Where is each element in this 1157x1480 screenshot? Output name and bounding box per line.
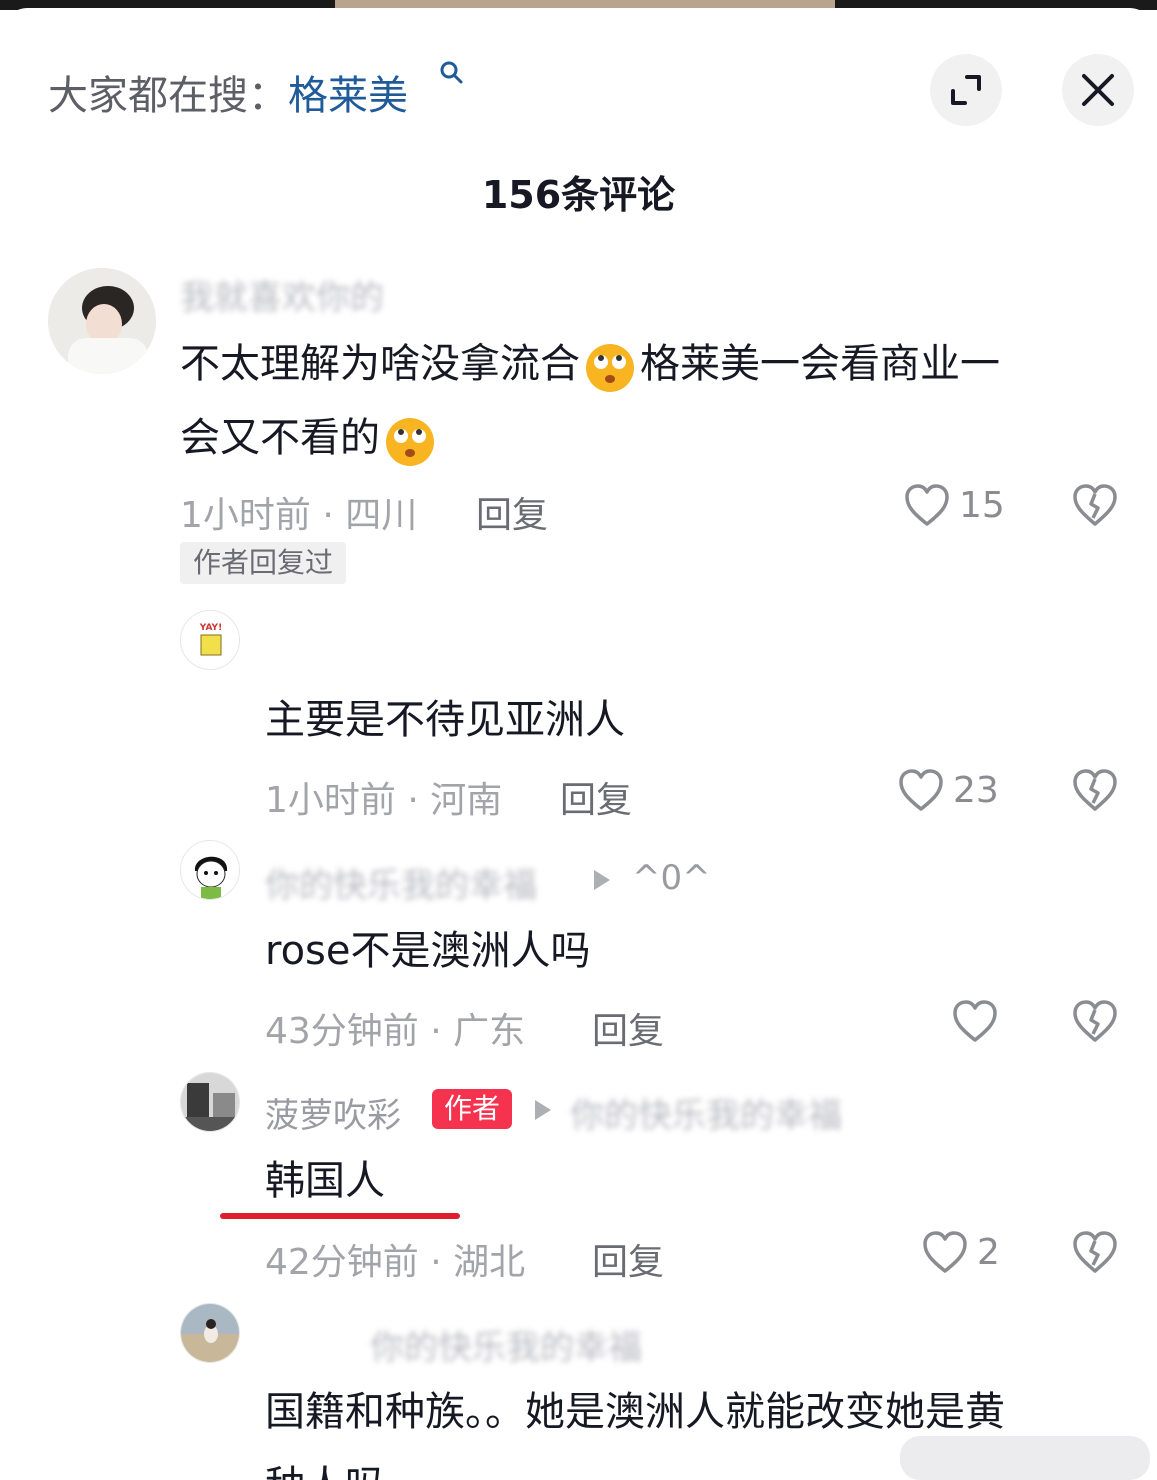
avatar-spongebob: YAY! [181,611,239,669]
comment-text: 主要是不待见亚洲人 [265,697,625,743]
rolling-eyes-emoji-icon [386,418,434,466]
comment-sheet: 大家都在搜：格莱美 156条评论 我就喜欢你的 不太理解为啥没拿流合 格莱美一会看… [0,8,1157,1480]
comment-text-line2: 种人吗 [265,1448,385,1480]
close-button[interactable] [1062,54,1134,126]
broken-heart-icon[interactable] [1072,767,1118,813]
broken-heart-icon[interactable] [1072,482,1118,528]
avatar[interactable] [180,1072,240,1132]
reply-button[interactable]: 回复 [592,1233,664,1285]
like-button[interactable]: 15 [903,482,1005,528]
avatar[interactable] [180,1303,240,1363]
avatar[interactable] [180,840,240,900]
search-icon [440,61,463,84]
reply-arrow-icon [594,870,610,890]
comment-text: rose不是澳洲人吗 [265,928,591,974]
comment-meta: 42分钟前 · 湖北 [265,1242,526,1283]
comment-text: 韩国人 [265,1158,385,1204]
username[interactable]: 你的快乐我的幸福 [265,858,537,907]
username[interactable]: 菠萝吹彩 [265,1088,401,1137]
search-keyword[interactable]: 格莱美 [288,73,408,119]
username[interactable]: 你的快乐我的幸福 [370,1320,642,1369]
avatar-cartoon [181,841,239,899]
comment-text: 国籍和种族。。她是澳洲人就能改变她是黄 [265,1389,1005,1435]
broken-heart-icon[interactable] [1072,1229,1118,1275]
like-count: 15 [959,484,1005,526]
comment-meta: 43分钟前 · 广东 [265,1011,526,1052]
comment-text-line2: 会又不看的 [180,400,440,476]
reply-button[interactable]: 回复 [592,1002,664,1054]
like-count: 2 [977,1231,1000,1273]
avatar-photo [48,268,156,374]
username[interactable]: 我就喜欢你的 [180,270,384,319]
expand-icon [951,75,981,105]
comment-text: 不太理解为啥没拿流合 格莱美一会看商业一 [180,326,1000,402]
avatar-photo [181,1073,239,1131]
reply-to-username[interactable]: ^0^ [632,858,711,898]
like-button[interactable]: 23 [897,767,999,813]
expand-button[interactable] [930,54,1002,126]
svg-text:YAY!: YAY! [199,623,222,633]
broken-heart-icon[interactable] [1072,998,1118,1044]
comment-meta: 1小时前 · 四川 [180,495,418,536]
heart-icon [923,1231,967,1273]
reply-to-username[interactable]: 你的快乐我的幸福 [570,1088,842,1137]
heart-icon [905,484,949,526]
author-badge: 作者 [432,1089,513,1129]
like-button[interactable]: 2 [921,1229,1000,1275]
comment-meta: 1小时前 · 河南 [265,780,503,821]
comment-text-part: 格莱美一会看商业一 [640,341,1000,387]
avatar[interactable] [48,268,156,374]
like-count: 23 [953,769,999,811]
comment-text-part: 会又不看的 [180,415,380,461]
trending-search[interactable]: 大家都在搜：格莱美 [48,61,463,121]
rolling-eyes-emoji-icon [586,344,634,392]
red-annotation-underline [220,1213,460,1219]
reply-button[interactable]: 回复 [476,486,548,538]
comment-text-part: 不太理解为啥没拿流合 [180,341,580,387]
comment-count: 156条评论 [481,173,676,217]
close-icon [1082,74,1114,106]
heart-icon[interactable] [951,998,999,1044]
avatar-beach-photo [181,1304,239,1362]
search-prefix: 大家都在搜： [48,73,288,119]
author-replied-tag: 作者回复过 [180,542,347,584]
avatar[interactable]: YAY! [180,610,240,670]
reply-button[interactable]: 回复 [560,771,632,823]
watermark [900,1436,1150,1480]
reply-arrow-icon [535,1100,551,1120]
heart-icon [899,769,943,811]
